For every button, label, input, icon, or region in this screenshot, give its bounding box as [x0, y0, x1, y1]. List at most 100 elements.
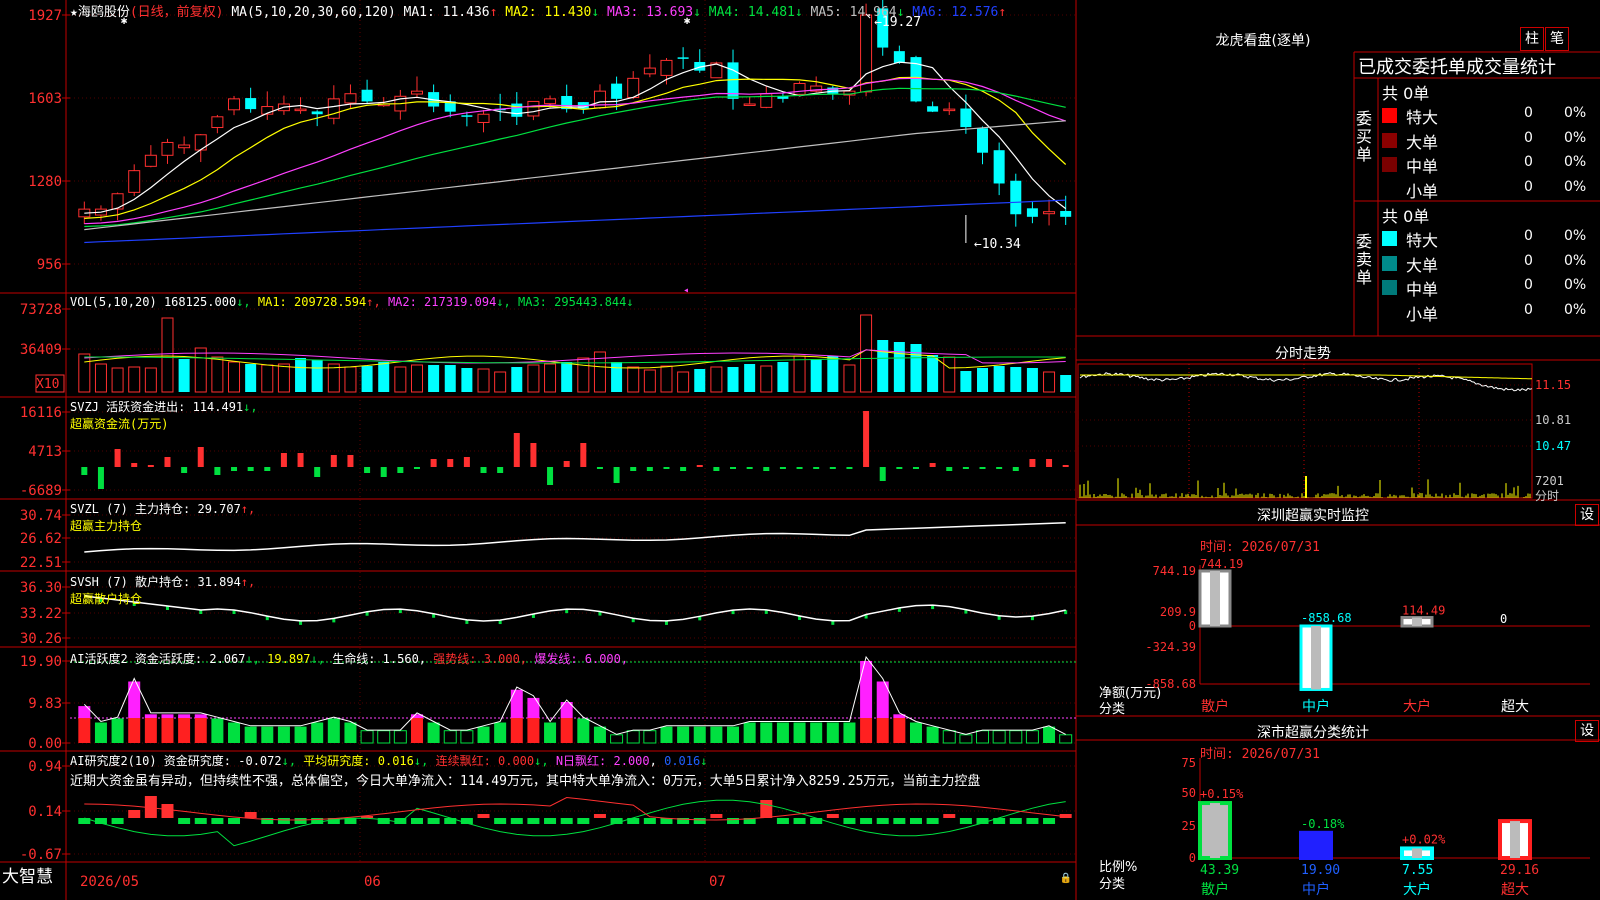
activity-bar — [577, 718, 590, 743]
sell-side-label: 委卖单 — [1356, 232, 1373, 287]
monitor-bar-value: 114.49 — [1402, 604, 1445, 618]
lhb-column-button[interactable]: 柱 — [1520, 27, 1544, 51]
activity-bar — [727, 726, 740, 743]
activity-bar-low — [610, 734, 624, 744]
activity-bar-low — [643, 730, 657, 744]
volume-bar-up — [78, 353, 91, 393]
research-bar-down — [211, 818, 224, 824]
flow-bar-in — [164, 457, 171, 467]
monitor-settings-button[interactable]: 设 — [1575, 504, 1599, 526]
classify-value-label: 29.16 — [1500, 863, 1539, 878]
ma-list: MA1: 11.436↑ MA2: 11.430↓ MA3: 13.693↓ M… — [404, 5, 1007, 20]
volume-bar-down — [927, 355, 939, 392]
volume-bar-down — [1026, 368, 1038, 392]
volume-bar-down — [361, 366, 373, 392]
activity-bar-strong — [178, 718, 191, 743]
monitor-bar-shade — [1412, 617, 1422, 626]
vol-ma3: MA3: 295443.844 — [518, 295, 627, 309]
candle-up — [544, 98, 557, 105]
activity-bar — [677, 726, 690, 743]
vol-label: VOL(5,10,20) — [70, 295, 157, 309]
classify-value-label: 43.39 — [1200, 863, 1239, 878]
lhb-row: 小单 0 0% — [1382, 178, 1600, 201]
research-bar-down — [228, 818, 241, 824]
ai2-label: AI研究度2(10) 资金研究度: -0.072 — [70, 754, 282, 768]
lhb-row: 特大 0 0% — [1382, 227, 1600, 250]
activity-bar — [94, 722, 107, 743]
volume-bar-down — [694, 369, 706, 392]
classify-change-label: -0.18% — [1301, 817, 1345, 831]
activity-bar-low — [959, 734, 973, 744]
monitor-bar-shade — [1311, 626, 1321, 690]
research-bar-up — [477, 814, 490, 818]
volume-bar-up — [660, 365, 673, 393]
swatch-icon — [1382, 255, 1397, 271]
activity-bar — [776, 722, 789, 743]
ma5-line — [84, 120, 1066, 231]
monitor-y-tick: 744.19 — [1153, 564, 1196, 578]
research-bar-up — [826, 814, 839, 818]
lhb-row-count: 0 — [1524, 228, 1533, 244]
lhb-row-name: 小单 — [1406, 304, 1439, 324]
intraday-vol-label: 分时 — [1535, 489, 1559, 503]
volume-bar-down — [245, 364, 257, 392]
activity-bar-low — [1059, 734, 1073, 744]
volume-bar-down — [511, 367, 523, 392]
vol-ma2: MA2: 217319.094 — [387, 295, 497, 309]
flow-bar-out — [81, 467, 88, 475]
candle-up — [410, 90, 423, 95]
research-bar-down — [427, 818, 440, 824]
classify-bar-shade — [1510, 821, 1520, 858]
stock-title[interactable]: ★海鸥股份 — [70, 5, 130, 20]
lock-icon: 🔒 — [1060, 872, 1072, 884]
svzl-sub: 超赢主力持仓 — [70, 519, 143, 533]
lhb-row-count: 0 — [1524, 277, 1533, 293]
lhb-tick-button[interactable]: 笔 — [1545, 27, 1569, 51]
ma-item-6: MA6: 12.576↑ — [904, 5, 1007, 20]
y-tick-label: 19.90 — [20, 654, 62, 670]
svsh-label: SVSH (7) 散户持仓: 31.894 — [70, 575, 241, 589]
activity-bar-low — [443, 730, 457, 744]
candle-up — [1043, 211, 1056, 215]
research-bar-down — [693, 818, 706, 824]
candle-down — [1026, 208, 1038, 217]
volume-bar-down — [810, 359, 822, 392]
volume-bar-down — [444, 365, 456, 392]
flow-bar-in — [447, 459, 454, 467]
lhb-row-pct: 0% — [1564, 277, 1587, 293]
activity-bar-low — [377, 730, 391, 744]
lhb-row-name: 特大 — [1406, 108, 1439, 127]
low-price-label: ←10.34 — [974, 237, 1021, 252]
classify-y-tick: 50 — [1182, 786, 1196, 800]
buy-side-label: 委买单 — [1356, 109, 1373, 164]
activity-bar-low — [1009, 730, 1023, 744]
candle-up — [128, 170, 141, 193]
candle-up — [860, 14, 873, 93]
lhb-row: 大单 0 0% — [1382, 129, 1600, 152]
y-tick-label: 4713 — [28, 444, 62, 460]
classify-change-label: +0.15% — [1200, 787, 1244, 801]
activity-bar — [477, 726, 490, 743]
y-tick-label: 0.94 — [28, 759, 62, 775]
volume-bar-down — [960, 371, 972, 392]
chart-mode[interactable]: (日线，前复权) — [130, 5, 224, 20]
research-bar-down — [793, 818, 806, 824]
svzl-label: SVZL (7) 主力持仓: 29.707 — [70, 502, 241, 516]
flow-bar-out — [946, 467, 953, 471]
classify-bar-shade — [1210, 803, 1220, 858]
y-tick-label: 956 — [37, 257, 62, 273]
classify-settings-button[interactable]: 设 — [1575, 720, 1599, 742]
volume-bar-up — [261, 364, 274, 393]
volume-bar-up — [194, 347, 207, 393]
flow-bar-out — [613, 467, 620, 483]
activity-bar-burst — [527, 697, 540, 718]
research-bar-down — [494, 818, 507, 824]
activity-bar-low — [992, 730, 1006, 744]
flow-bar-in — [330, 455, 337, 467]
flow-bar-out — [996, 467, 1003, 469]
monitor-title: 深圳超赢实时监控 — [1257, 508, 1369, 524]
candle-up — [477, 113, 490, 123]
research-bar-up — [161, 804, 174, 818]
candle-up — [627, 77, 640, 99]
activity-bar-strong — [410, 718, 423, 743]
